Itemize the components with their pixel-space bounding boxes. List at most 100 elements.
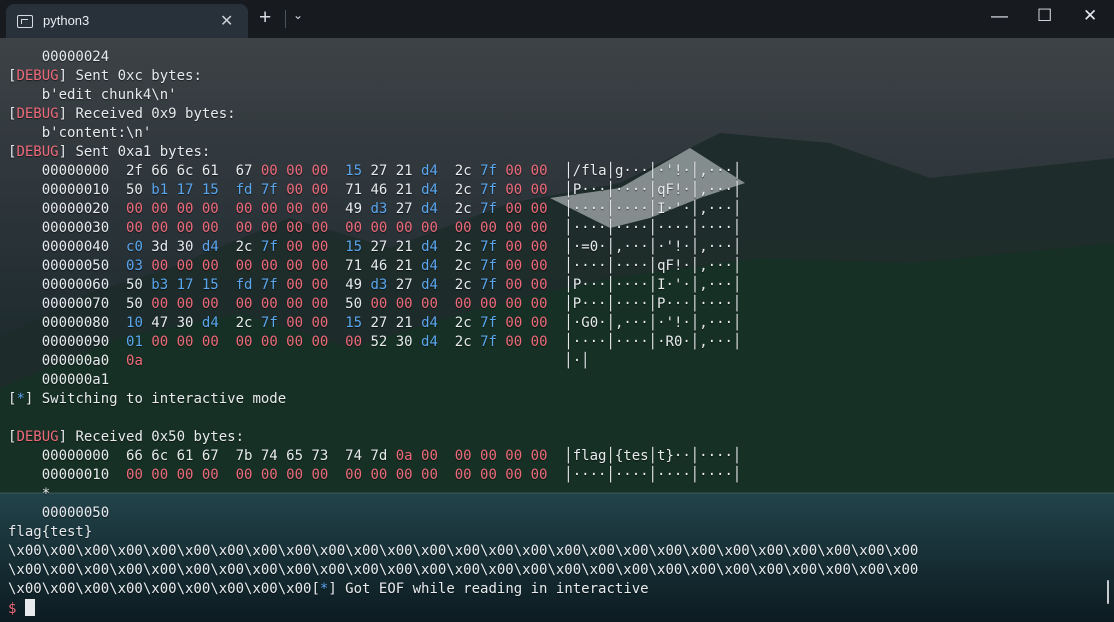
terminal-text: flag{test}	[8, 524, 93, 540]
terminal-line: 00000024	[8, 48, 1106, 67]
terminal-text: 00 00 00 00 00 00 00 00	[126, 201, 329, 217]
terminal-text: │····│····│····│····│	[547, 220, 742, 236]
terminal-text: 00000000 2f 66 6c 61 67	[8, 163, 261, 179]
terminal-text: 49	[328, 277, 371, 293]
terminal-text: 47 30	[142, 315, 202, 331]
terminal-text: 00000050	[8, 505, 110, 521]
terminal-text: 7f	[480, 201, 497, 217]
terminal-text: ] Got EOF while reading in interactive	[328, 581, 649, 597]
terminal-line: 00000090 01 00 00 00 00 00 00 00 00 52 3…	[8, 333, 1106, 352]
plus-icon[interactable]: +	[259, 6, 271, 30]
terminal-cursor[interactable]	[24, 599, 35, 616]
terminal-text: 7f	[480, 277, 497, 293]
terminal-line: [DEBUG] Received 0x9 bytes:	[8, 105, 1106, 124]
terminal-text: │····│····│····│····│	[547, 467, 742, 483]
terminal-text: 15	[345, 239, 363, 255]
terminal-text: 7f	[260, 315, 278, 331]
terminal-line: 000000a1	[8, 371, 1106, 390]
terminal-text: 00000090	[8, 334, 127, 350]
terminal-text: 49	[328, 201, 371, 217]
terminal-line: 00000010 50 b1 17 15 fd 7f 00 00 71 46 2…	[8, 181, 1106, 200]
chevron-down-icon[interactable]: ⌄	[293, 8, 303, 22]
terminal-text: [	[311, 581, 320, 597]
terminal-line: [DEBUG] Received 0x50 bytes:	[8, 428, 1106, 447]
terminal-text: 000000a0	[8, 353, 127, 369]
terminal-text: 00 00 00 00 00 00 00 00 00 00 00 00 00 0…	[126, 467, 548, 483]
terminal-text: 71 46 21	[328, 182, 422, 198]
terminal-text: 2c	[437, 182, 481, 198]
terminal-line: 000000a0 0a │·│	[8, 352, 1106, 371]
prompt-line[interactable]: $	[8, 599, 1106, 618]
terminal-text: 01	[126, 334, 143, 350]
terminal-text: │····│····│qF!·│,···│	[547, 258, 742, 274]
terminal-text: 71 46 21	[328, 258, 422, 274]
terminal-text: 00000010 50	[8, 182, 152, 198]
terminal-text: 00000000 66 6c 61 67 7b 74 65 73 74 7d	[8, 448, 396, 464]
terminal-text: 00 00	[505, 239, 548, 255]
terminal-line: 00000010 00 00 00 00 00 00 00 00 00 00 0…	[8, 466, 1106, 485]
terminal-text: 15	[345, 315, 363, 331]
terminal-text: 00 00	[286, 315, 329, 331]
terminal-line: [*] Switching to interactive mode	[8, 390, 1106, 409]
maximize-icon[interactable]: ☐	[1037, 6, 1052, 26]
terminal-line: b'content:\n'	[8, 124, 1106, 143]
terminal-text: 2c	[437, 315, 481, 331]
terminal-text: 00000010	[8, 467, 127, 483]
terminal-line: 00000000 66 6c 61 67 7b 74 65 73 74 7d 0…	[8, 447, 1106, 466]
terminal-line: [DEBUG] Sent 0xc bytes:	[8, 67, 1106, 86]
terminal-text: 27	[387, 201, 422, 217]
terminal-text: 000000a1	[8, 372, 110, 388]
terminal-text: 2c	[437, 334, 481, 350]
terminal-text: 2c	[437, 163, 481, 179]
tab-title: python3	[43, 13, 90, 28]
terminal-text: d4	[421, 182, 438, 198]
terminal-text: ] Sent 0xc bytes:	[58, 68, 202, 84]
minimize-icon[interactable]: —	[991, 6, 1008, 26]
terminal-text: 2c	[218, 239, 261, 255]
terminal-line: flag{test}	[8, 523, 1106, 542]
terminal-pane[interactable]: 00000024 [DEBUG] Sent 0xc bytes: b'edit c…	[0, 38, 1114, 622]
terminal-text: 2c	[437, 258, 481, 274]
terminal-tab[interactable]: python3 ✕	[6, 4, 248, 38]
terminal-line: b'edit chunk4\n'	[8, 86, 1106, 105]
close-icon[interactable]: ✕	[220, 11, 233, 31]
terminal-text: 00 00 00 00 00 00 00 00	[151, 334, 363, 350]
terminal-text: │P···│····│P···│····│	[547, 296, 742, 312]
terminal-text: DEBUG	[16, 144, 59, 160]
terminal-text: 00 00 00 00 00 00 00	[151, 258, 329, 274]
terminal-line: 00000060 50 b3 17 15 fd 7f 00 00 49 d3 2…	[8, 276, 1106, 295]
terminal-text: 00 00	[505, 334, 548, 350]
terminal-text: 03	[126, 258, 143, 274]
close-icon[interactable]: ✕	[1083, 6, 1097, 26]
terminal-scrollbar[interactable]	[1107, 580, 1109, 604]
terminal-text: 15	[345, 163, 363, 179]
terminal-text: b'content:\n'	[8, 125, 152, 141]
terminal-line: [DEBUG] Sent 0xa1 bytes:	[8, 143, 1106, 162]
terminal-text: 00 00	[286, 277, 329, 293]
terminal-line: 00000000 2f 66 6c 61 67 00 00 00 15 27 2…	[8, 162, 1106, 181]
terminal-text: 7f	[260, 239, 278, 255]
terminal-text: d4	[421, 239, 438, 255]
terminal-line: 00000030 00 00 00 00 00 00 00 00 00 00 0…	[8, 219, 1106, 238]
terminal-text: 27 21	[362, 163, 422, 179]
terminal-text: b3 17 15	[151, 277, 219, 293]
terminal-line: \x00\x00\x00\x00\x00\x00\x00\x00\x00[*] …	[8, 580, 1106, 599]
terminal-line: 00000040 c0 3d 30 d4 2c 7f 00 00 15 27 2…	[8, 238, 1106, 257]
terminal-text: 00000020	[8, 201, 127, 217]
terminal-text: b1 17 15	[151, 182, 219, 198]
terminal-icon	[17, 15, 33, 28]
terminal-text: │flag│{tes│t}··│····│	[547, 448, 742, 464]
terminal-text: ] Received 0x9 bytes:	[58, 106, 236, 122]
terminal-text: ] Received 0x50 bytes:	[58, 429, 245, 445]
terminal-text: \x00\x00\x00\x00\x00\x00\x00\x00\x00\x00…	[8, 543, 919, 559]
terminal-text: 7f	[480, 182, 497, 198]
terminal-text: d4	[421, 163, 438, 179]
terminal-text: 10	[126, 315, 143, 331]
terminal-text: 00 00 00	[260, 163, 329, 179]
terminal-text: 00 00	[286, 239, 329, 255]
terminal-text: d4	[201, 315, 219, 331]
